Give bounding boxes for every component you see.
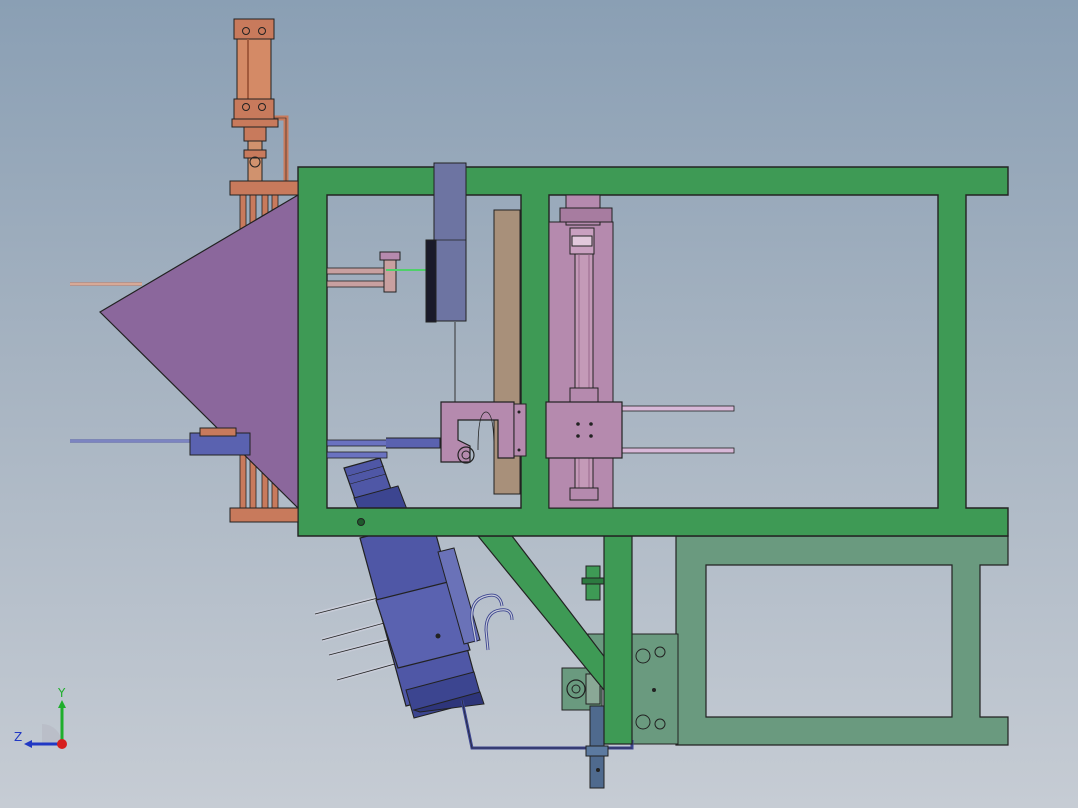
y-axis-label: Y	[58, 686, 66, 700]
axis-triad: Y Z	[12, 686, 82, 756]
diagonal-brace	[476, 535, 617, 692]
actuator-carriage	[545, 401, 735, 459]
clamp-handle	[581, 565, 605, 601]
feed-hopper	[70, 193, 299, 510]
motor-slide-unit	[314, 457, 514, 719]
cad-viewport[interactable]	[0, 0, 1078, 808]
frame-leg	[603, 535, 633, 745]
lower-extension-frame	[675, 535, 1009, 746]
left-rods	[326, 251, 430, 293]
vertical-linear-actuator	[548, 194, 614, 509]
z-axis-label: Z	[14, 730, 23, 744]
pusher-block	[425, 162, 467, 402]
lower-frame-body	[675, 535, 1009, 746]
axis-triad-icon	[24, 700, 67, 749]
frame-body	[297, 166, 1009, 537]
